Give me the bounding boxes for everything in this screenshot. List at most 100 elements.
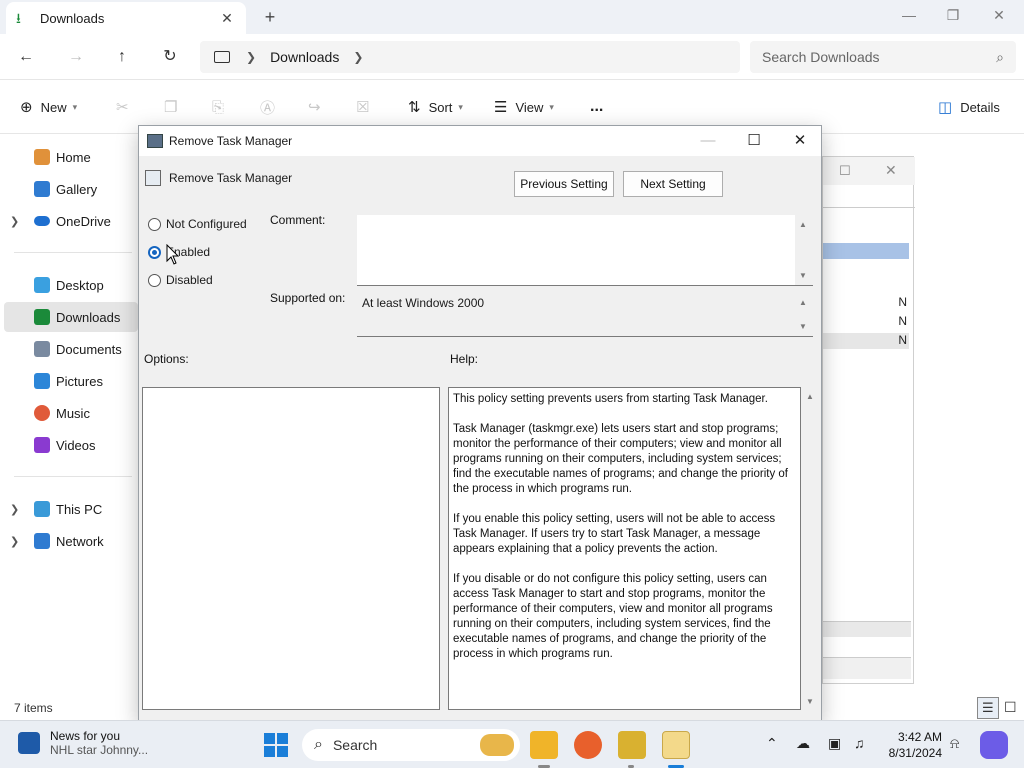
maximize-button[interactable]: ❐ [930, 0, 976, 32]
close-window-button[interactable]: ✕ [976, 0, 1022, 32]
chevron-up-icon[interactable]: ⌃ [766, 735, 778, 752]
help-paragraph: This policy setting prevents users from … [453, 393, 768, 405]
taskbar-search[interactable]: ⌕ Search [302, 729, 520, 761]
sidebar-item-label: Home [56, 149, 91, 165]
search-input[interactable]: Search Downloads ⌕ [750, 41, 1016, 73]
radio-button-checked[interactable] [148, 245, 161, 259]
back-button[interactable]: ← [12, 44, 40, 70]
sidebar-item-pictures[interactable]: Pictures [0, 366, 138, 396]
details-pane-button[interactable]: ◫ Details [938, 96, 1000, 118]
setting-name: Remove Task Manager [169, 171, 293, 185]
radio-button[interactable] [148, 273, 161, 287]
home-icon [34, 149, 50, 165]
tiles-view-button[interactable]: ☐ [999, 697, 1021, 719]
list-item[interactable] [823, 333, 909, 349]
scroll-down-icon[interactable]: ▼ [799, 271, 807, 280]
copilot-icon[interactable] [980, 731, 1008, 759]
sidebar-item-this-pc[interactable]: ❯ This PC [0, 494, 138, 524]
notepad-icon[interactable] [662, 731, 690, 759]
more-options-button[interactable]: ... [590, 96, 603, 118]
details-view-button[interactable]: ☰ [977, 697, 999, 719]
sidebar-item-label: Videos [56, 437, 96, 453]
forward-button[interactable]: → [62, 44, 90, 70]
minimize-button[interactable]: — [886, 0, 932, 32]
sidebar-item-label: Desktop [56, 277, 104, 293]
file-explorer-taskbar-icon[interactable] [530, 731, 558, 759]
help-panel[interactable]: This policy setting prevents users from … [448, 387, 801, 710]
system-clock[interactable]: 3:42 AM 8/31/2024 [878, 729, 942, 761]
radio-label: Disabled [166, 273, 213, 287]
previous-setting-button[interactable]: Previous Setting [514, 171, 614, 197]
view-label: View [515, 99, 544, 115]
sidebar-item-videos[interactable]: Videos [0, 430, 138, 460]
rename-button[interactable]: Ⓐ [260, 96, 283, 118]
policy-setting-dialog: Remove Task Manager — ☐ ✕ Remove Task Ma… [138, 125, 822, 721]
sidebar-item-gallery[interactable]: Gallery [0, 174, 138, 204]
view-button[interactable]: ☰ View ▾ [494, 96, 554, 118]
sidebar-item-music[interactable]: Music [0, 398, 138, 428]
sidebar-item-home[interactable]: Home [0, 142, 138, 172]
horizontal-scrollbar[interactable] [823, 621, 911, 637]
paste-icon: ⎘ [212, 98, 225, 116]
cloud-offline-icon[interactable]: ☁ [796, 735, 810, 752]
clock-date: 8/31/2024 [888, 746, 942, 760]
radio-not-configured[interactable]: Not Configured [148, 217, 247, 231]
maximize-button[interactable]: ☐ [731, 126, 777, 156]
sidebar-item-desktop[interactable]: Desktop [0, 270, 138, 300]
radio-disabled[interactable]: Disabled [148, 273, 213, 287]
chevron-right-icon[interactable]: ❯ [10, 503, 19, 516]
address-bar[interactable]: ❯ Downloads ❯ [200, 41, 740, 73]
paste-button[interactable]: ⎘ [212, 96, 232, 118]
cut-button[interactable]: ✂ [116, 96, 137, 118]
share-button[interactable]: ↪ [308, 96, 329, 118]
delete-button[interactable]: ☒ [356, 96, 377, 118]
news-headline: NHL star Johnny... [50, 743, 149, 757]
sidebar-item-downloads[interactable]: Downloads [4, 302, 138, 332]
news-widget[interactable]: News for you NHL star Johnny... [18, 729, 148, 757]
scroll-down-icon[interactable]: ▼ [806, 697, 814, 706]
sidebar-item-network[interactable]: ❯ Network [0, 526, 138, 556]
chevron-right-icon[interactable]: ❯ [10, 215, 19, 228]
refresh-button[interactable]: ↻ [156, 44, 184, 70]
trash-icon: ☒ [356, 99, 370, 116]
display-icon[interactable]: ▣ [828, 735, 841, 752]
notification-bell-icon[interactable]: ⍾ [950, 735, 959, 752]
navigation-pane: Home Gallery ❯ OneDrive Desktop Downloads… [0, 135, 138, 695]
scroll-down-icon[interactable]: ▼ [799, 322, 807, 331]
breadcrumb-downloads[interactable]: Downloads [270, 49, 339, 65]
next-setting-button[interactable]: Next Setting [623, 171, 723, 197]
sidebar-item-onedrive[interactable]: ❯ OneDrive [0, 206, 138, 236]
share-icon: ↪ [308, 99, 321, 116]
radio-button[interactable] [148, 217, 161, 231]
up-button[interactable]: ↑ [108, 44, 136, 70]
minimize-button[interactable]: — [685, 126, 731, 156]
start-button[interactable] [264, 733, 288, 757]
chevron-right-icon[interactable]: ❯ [10, 535, 19, 548]
taskbar-search-label: Search [332, 737, 378, 753]
gallery-icon [34, 181, 50, 197]
sort-button[interactable]: ⇅ Sort ▾ [408, 96, 463, 118]
list-item-selected[interactable] [823, 243, 909, 259]
radio-label: Not Configured [166, 217, 247, 231]
sidebar-item-documents[interactable]: Documents [0, 334, 138, 364]
copy-button[interactable]: ❐ [164, 96, 185, 118]
scroll-up-icon[interactable]: ▲ [799, 220, 807, 229]
resource-hacker-icon[interactable] [618, 731, 646, 759]
comment-textarea[interactable] [357, 215, 795, 285]
item-count: 7 items [14, 701, 53, 715]
cloud-icon [34, 216, 50, 226]
scroll-up-icon[interactable]: ▲ [806, 392, 814, 401]
chevron-down-icon: ▾ [72, 101, 78, 112]
download-icon [34, 309, 50, 325]
new-tab-button[interactable]: + [258, 6, 282, 28]
volume-icon[interactable]: ♫ [854, 735, 865, 751]
close-dialog-button[interactable]: ✕ [777, 126, 823, 156]
scroll-up-icon[interactable]: ▲ [799, 298, 807, 307]
sidebar-item-label: This PC [56, 501, 103, 517]
new-button[interactable]: ⊕ New ▾ [20, 96, 77, 118]
tab-downloads[interactable]: ⭳ Downloads ✕ [6, 2, 246, 34]
comment-underline [357, 285, 813, 286]
firefox-icon[interactable] [574, 731, 602, 759]
dialog-title: Remove Task Manager [169, 134, 293, 148]
close-tab-icon[interactable]: ✕ [218, 10, 236, 27]
